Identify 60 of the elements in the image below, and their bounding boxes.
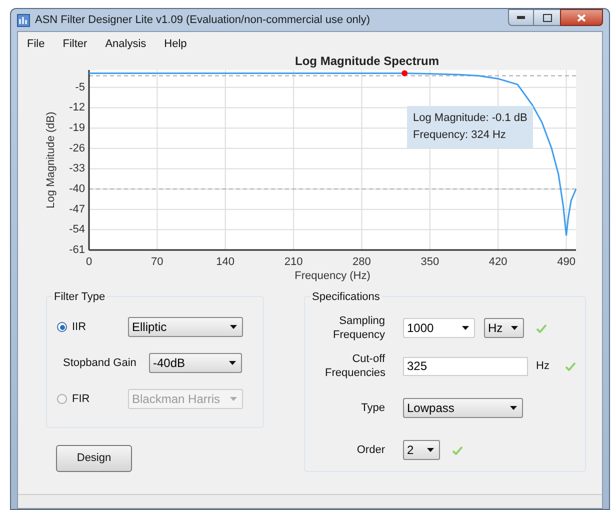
minimize-icon bbox=[517, 16, 525, 19]
maximize-icon bbox=[542, 14, 552, 22]
caret-icon bbox=[510, 406, 517, 410]
y-tick-label: -33 bbox=[69, 162, 85, 175]
dropdown[interactable]: Lowpass bbox=[403, 398, 523, 418]
radio-button[interactable] bbox=[57, 322, 67, 332]
y-tick-label: -61 bbox=[69, 244, 85, 256]
y-tick-label: -47 bbox=[69, 203, 85, 216]
y-tick-label: -19 bbox=[69, 122, 85, 134]
caret-icon bbox=[230, 325, 237, 329]
caret-icon bbox=[427, 448, 434, 452]
cutoff-field[interactable]: 325 bbox=[403, 356, 528, 376]
tooltip: Log Magnitude: -0.1 dB Frequency: 324 Hz bbox=[407, 106, 534, 148]
y-tick-label: -40 bbox=[69, 182, 85, 195]
x-tick-label: 490 bbox=[557, 256, 576, 268]
field-label: Type bbox=[360, 400, 385, 416]
menu-item[interactable]: Analysis bbox=[105, 36, 146, 52]
menu-item[interactable]: Filter bbox=[62, 36, 88, 52]
caret-icon bbox=[462, 326, 469, 330]
dropdown[interactable]: Hz bbox=[484, 318, 524, 338]
unit-label: Hz bbox=[536, 358, 550, 374]
y-tick-label: -12 bbox=[69, 102, 85, 114]
x-tick-label: 420 bbox=[488, 256, 508, 268]
x-tick-label: 280 bbox=[352, 256, 371, 268]
stopband-gain-label: Stopband Gain bbox=[63, 356, 138, 371]
radio-label: IIR bbox=[72, 320, 88, 335]
menu-item[interactable]: Help bbox=[164, 36, 187, 52]
x-tick-label: 140 bbox=[216, 256, 235, 268]
x-tick-label: 70 bbox=[151, 256, 164, 268]
dropdown[interactable]: 2 bbox=[403, 440, 440, 460]
minimize-button[interactable] bbox=[508, 9, 534, 26]
y-tick-label: -26 bbox=[69, 142, 85, 154]
chart-title: Log Magnitude Spectrum bbox=[295, 53, 439, 66]
x-tick-label: 210 bbox=[284, 256, 303, 268]
y-tick-label: -5 bbox=[75, 81, 85, 94]
dropdown[interactable]: -40dB bbox=[149, 353, 242, 373]
radio-label: FIR bbox=[72, 392, 91, 407]
y-tick-label: -54 bbox=[69, 224, 85, 236]
field-label: Sampling Frequency bbox=[332, 314, 385, 342]
dropdown[interactable]: 1000 bbox=[403, 318, 475, 338]
x-axis-label: Frequency (Hz) bbox=[294, 270, 370, 282]
close-button[interactable] bbox=[560, 9, 603, 26]
x-tick-label: 0 bbox=[86, 256, 92, 268]
maximize-button[interactable] bbox=[534, 9, 560, 26]
group-title: Specifications bbox=[310, 289, 382, 306]
dropdown[interactable]: Elliptic bbox=[128, 317, 243, 337]
caret-icon bbox=[229, 361, 236, 365]
marker-dot bbox=[402, 70, 408, 76]
menu-item[interactable]: File bbox=[27, 36, 45, 52]
window-title: ASN Filter Designer Lite v1.09 (Evaluation/non-commercial use only) bbox=[35, 12, 370, 28]
field-label: Order bbox=[356, 442, 385, 458]
x-tick-label: 350 bbox=[420, 256, 440, 268]
field-label: Cut-off Frequencies bbox=[325, 352, 385, 380]
y-axis-label: Log Magnitude (dB) bbox=[44, 112, 57, 208]
design-button[interactable]: Design bbox=[56, 445, 132, 472]
app-icon bbox=[17, 14, 30, 26]
close-icon bbox=[577, 14, 586, 22]
caret-icon bbox=[511, 326, 518, 330]
group-title: Filter Type bbox=[52, 289, 108, 306]
caret-icon bbox=[230, 397, 237, 401]
